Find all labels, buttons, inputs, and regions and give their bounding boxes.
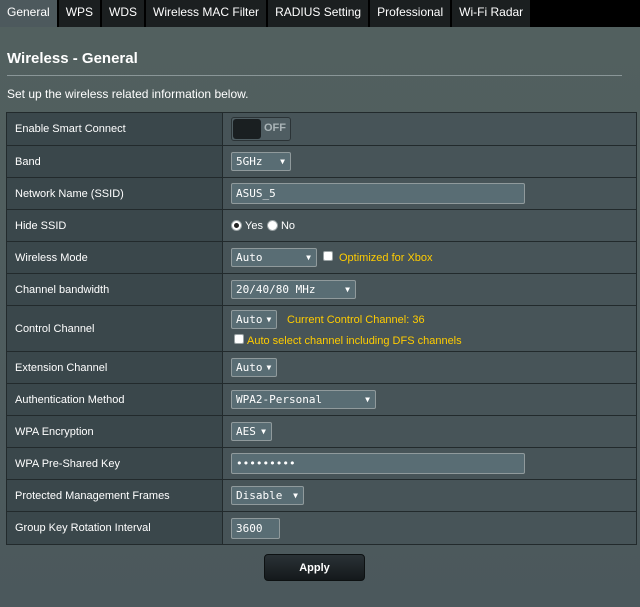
- row-extension-channel: Extension Channel Auto ▼: [7, 352, 636, 384]
- gkri-value: 3600: [223, 512, 636, 544]
- tab-wifi-radar[interactable]: Wi-Fi Radar: [452, 0, 533, 27]
- band-select[interactable]: 5GHz ▼: [231, 152, 291, 171]
- row-gkri: Group Key Rotation Interval 3600: [7, 512, 636, 544]
- row-channel-bandwidth: Channel bandwidth 20/40/80 MHz ▼: [7, 274, 636, 306]
- control-channel-selected: Auto: [236, 313, 263, 326]
- hide-ssid-no-label: No: [280, 219, 296, 232]
- control-channel-line: Auto ▼ Current Control Channel: 36: [231, 310, 636, 329]
- control-channel-label: Control Channel: [7, 306, 223, 351]
- gkri-input[interactable]: 3600: [231, 517, 280, 539]
- page-subtitle: Set up the wireless related information …: [7, 87, 249, 101]
- extension-channel-select[interactable]: Auto ▼: [231, 358, 277, 377]
- psk-text: •••••••••: [236, 457, 296, 470]
- wpa-encryption-select[interactable]: AES ▼: [231, 422, 272, 441]
- chevron-down-icon: ▼: [266, 363, 272, 372]
- hide-ssid-value: Yes No: [223, 210, 636, 241]
- band-selected: 5GHz: [236, 155, 263, 168]
- chevron-down-icon: ▼: [261, 427, 266, 436]
- smart-connect-label: Enable Smart Connect: [7, 113, 223, 145]
- hide-ssid-no-radio[interactable]: [266, 220, 278, 231]
- chevron-down-icon: ▼: [293, 491, 298, 500]
- current-control-channel: Current Control Channel: 36: [287, 313, 425, 326]
- auth-method-select[interactable]: WPA2-Personal ▼: [231, 390, 376, 409]
- pmf-selected: Disable: [236, 489, 283, 502]
- extension-channel-label: Extension Channel: [7, 352, 223, 383]
- tab-professional[interactable]: Professional: [370, 0, 453, 27]
- wpa-encryption-label: WPA Encryption: [7, 416, 223, 447]
- psk-label: WPA Pre-Shared Key: [7, 448, 223, 479]
- ssid-text: ASUS_5: [236, 187, 276, 200]
- hide-ssid-yes-label: Yes: [245, 219, 263, 232]
- tab-wireless-mac-filter[interactable]: Wireless MAC Filter: [146, 0, 269, 27]
- wireless-settings-form: Enable Smart Connect OFF Band 5GHz ▼ Net…: [6, 112, 637, 545]
- psk-input[interactable]: •••••••••: [231, 453, 525, 474]
- hide-ssid-radios: Yes No: [231, 220, 636, 232]
- dfs-line: Auto select channel including DFS channe…: [231, 334, 636, 347]
- apply-button[interactable]: Apply: [264, 554, 365, 581]
- ssid-label: Network Name (SSID): [7, 178, 223, 209]
- row-hide-ssid: Hide SSID Yes No: [7, 210, 636, 242]
- row-wireless-mode: Wireless Mode Auto ▼ Optimized for Xbox: [7, 242, 636, 274]
- wireless-mode-label: Wireless Mode: [7, 242, 223, 273]
- dfs-label: Auto select channel including DFS channe…: [247, 335, 462, 347]
- control-channel-select[interactable]: Auto ▼: [231, 310, 277, 329]
- pmf-select[interactable]: Disable ▼: [231, 486, 304, 505]
- tab-general[interactable]: General: [0, 0, 59, 27]
- ssid-input[interactable]: ASUS_5: [231, 183, 525, 204]
- row-pmf: Protected Management Frames Disable ▼: [7, 480, 636, 512]
- channel-bandwidth-select[interactable]: 20/40/80 MHz ▼: [231, 280, 356, 299]
- extension-channel-value: Auto ▼: [223, 352, 636, 383]
- row-band: Band 5GHz ▼: [7, 146, 636, 178]
- auth-method-selected: WPA2-Personal: [236, 393, 323, 406]
- tab-wds[interactable]: WDS: [102, 0, 147, 27]
- chevron-down-icon: ▼: [306, 253, 311, 262]
- gkri-label: Group Key Rotation Interval: [7, 512, 223, 544]
- smart-connect-value: OFF: [223, 113, 636, 145]
- row-auth-method: Authentication Method WPA2-Personal ▼: [7, 384, 636, 416]
- extension-channel-selected: Auto: [236, 361, 263, 374]
- wireless-mode-selected: Auto: [236, 251, 263, 264]
- row-control-channel: Control Channel Auto ▼ Current Control C…: [7, 306, 636, 352]
- channel-bandwidth-label: Channel bandwidth: [7, 274, 223, 305]
- wireless-mode-value: Auto ▼ Optimized for Xbox: [223, 242, 636, 273]
- row-psk: WPA Pre-Shared Key •••••••••: [7, 448, 636, 480]
- pmf-value: Disable ▼: [223, 480, 636, 511]
- hide-ssid-label: Hide SSID: [7, 210, 223, 241]
- gkri-text: 3600: [236, 521, 263, 535]
- wpa-encryption-value: AES ▼: [223, 416, 636, 447]
- tab-wps[interactable]: WPS: [58, 0, 103, 27]
- row-wpa-encryption: WPA Encryption AES ▼: [7, 416, 636, 448]
- chevron-down-icon: ▼: [365, 395, 370, 404]
- settings-panel: Wireless - General Set up the wireless r…: [0, 27, 640, 607]
- row-smart-connect: Enable Smart Connect OFF: [7, 113, 636, 146]
- xbox-label: Optimized for Xbox: [339, 251, 433, 264]
- wpa-encryption-selected: AES: [236, 425, 256, 438]
- chevron-down-icon: ▼: [266, 315, 272, 324]
- chevron-down-icon: ▼: [280, 157, 285, 166]
- band-label: Band: [7, 146, 223, 177]
- toggle-knob: [233, 119, 261, 139]
- chevron-down-icon: ▼: [345, 285, 350, 294]
- tab-bar: General WPS WDS Wireless MAC Filter RADI…: [0, 0, 640, 27]
- wireless-mode-select[interactable]: Auto ▼: [231, 248, 317, 267]
- channel-bandwidth-value: 20/40/80 MHz ▼: [223, 274, 636, 305]
- channel-bandwidth-selected: 20/40/80 MHz: [236, 283, 316, 296]
- row-ssid: Network Name (SSID) ASUS_5: [7, 178, 636, 210]
- hide-ssid-yes-radio[interactable]: [231, 220, 242, 231]
- page-title: Wireless - General: [7, 50, 138, 67]
- pmf-label: Protected Management Frames: [7, 480, 223, 511]
- smart-connect-toggle[interactable]: OFF: [231, 117, 291, 141]
- title-divider: [7, 75, 622, 76]
- toggle-state: OFF: [264, 122, 286, 134]
- auth-method-label: Authentication Method: [7, 384, 223, 415]
- band-value: 5GHz ▼: [223, 146, 636, 177]
- psk-value: •••••••••: [223, 448, 636, 479]
- control-channel-value: Auto ▼ Current Control Channel: 36 Auto …: [223, 306, 636, 351]
- auth-method-value: WPA2-Personal ▼: [223, 384, 636, 415]
- wireless-mode-line: Auto ▼ Optimized for Xbox: [231, 248, 636, 267]
- tab-radius-setting[interactable]: RADIUS Setting: [268, 0, 371, 27]
- dfs-checkbox[interactable]: [234, 334, 244, 344]
- xbox-checkbox[interactable]: [323, 250, 333, 261]
- ssid-value: ASUS_5: [223, 178, 636, 209]
